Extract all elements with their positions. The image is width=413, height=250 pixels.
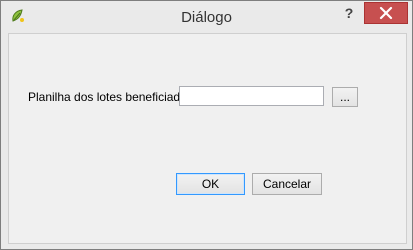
- spreadsheet-path-input[interactable]: [179, 86, 324, 106]
- close-button[interactable]: [364, 2, 408, 24]
- spreadsheet-label: Planilha dos lotes beneficiados:: [28, 90, 197, 104]
- dialog-window: Diálogo ? Planilha dos lotes beneficiado…: [0, 0, 413, 250]
- cancel-button[interactable]: Cancelar: [252, 173, 322, 195]
- dialog-content: Planilha dos lotes beneficiados: ... OK …: [8, 33, 407, 244]
- ok-button[interactable]: OK: [176, 173, 245, 195]
- title-bar[interactable]: Diálogo ?: [1, 1, 412, 33]
- close-icon: [365, 6, 407, 27]
- help-button[interactable]: ?: [339, 4, 359, 22]
- browse-button[interactable]: ...: [332, 87, 358, 107]
